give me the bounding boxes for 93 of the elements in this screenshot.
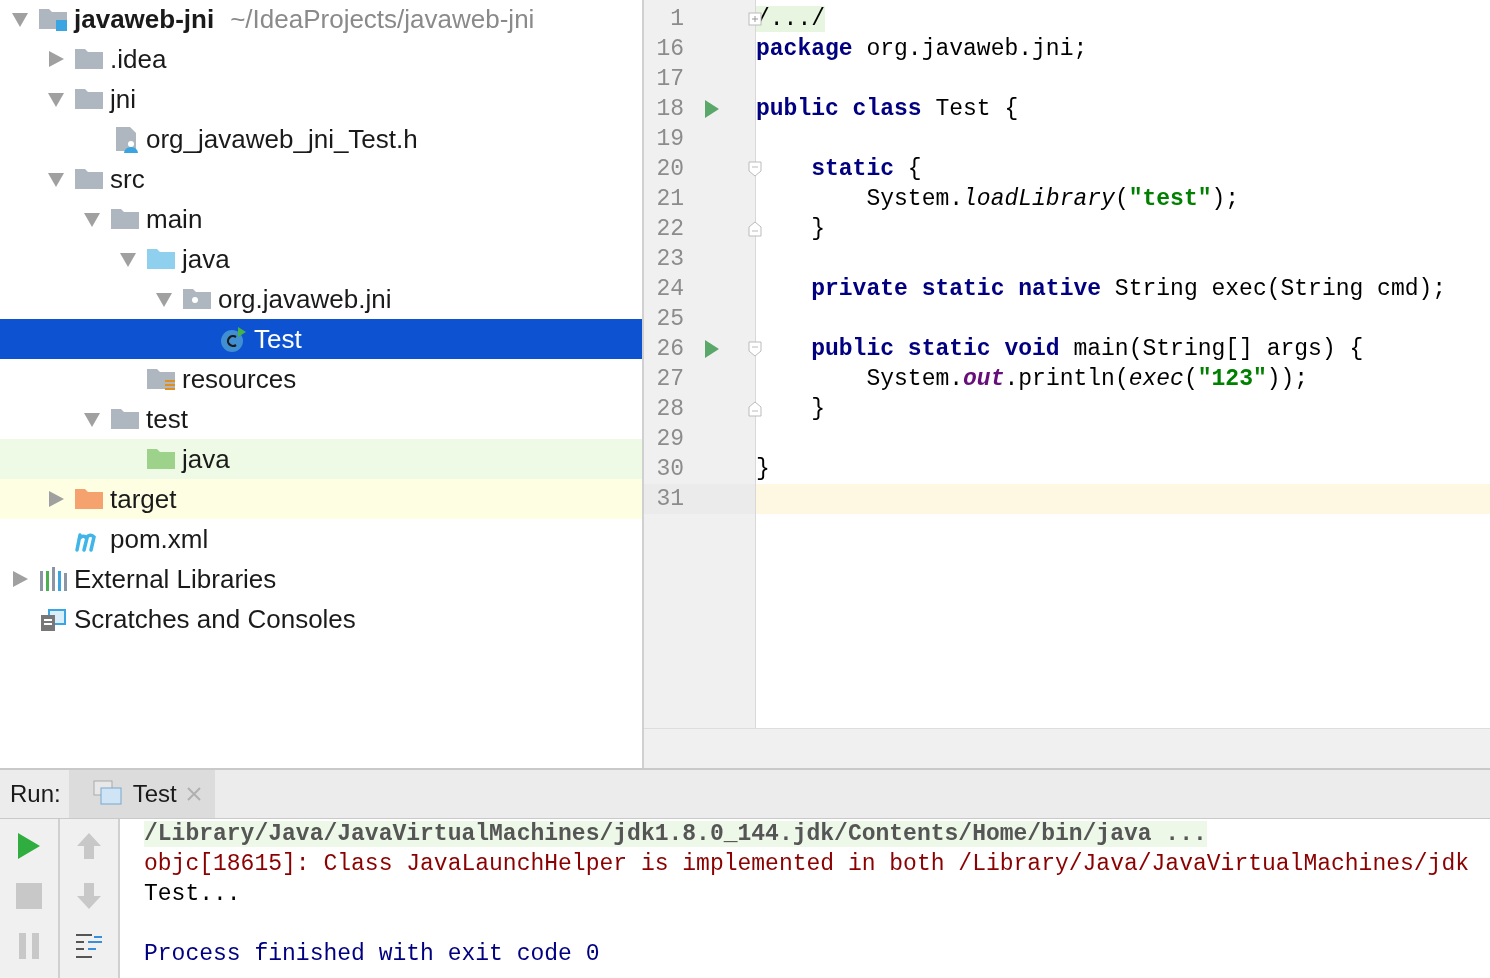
code-line: }	[756, 456, 770, 482]
line-number: 23	[655, 246, 684, 272]
line-number: 29	[655, 426, 684, 452]
soft-wrap-icon	[74, 932, 104, 960]
project-path: ~/IdeaProjects/javaweb-jni	[230, 3, 535, 35]
close-icon[interactable]	[186, 787, 201, 801]
tree-item-label: target	[110, 483, 177, 515]
run-tab-label: Test	[132, 780, 177, 808]
tree-item-label: Test	[254, 323, 302, 355]
tree-item[interactable]: javaweb-jni ~/IdeaProjects/javaweb-jni	[0, 0, 642, 39]
fold-icon[interactable]	[748, 161, 762, 177]
console-window-icon	[92, 780, 123, 808]
tree-item[interactable]: jni	[0, 79, 642, 119]
tree-item-label: .idea	[110, 43, 167, 75]
down-arrow-icon	[76, 882, 102, 910]
tree-item[interactable]: main	[0, 199, 642, 239]
libraries-icon	[38, 565, 68, 593]
fold-icon[interactable]	[748, 401, 762, 417]
console-line: Test...	[144, 881, 241, 907]
tree-item-label: test	[146, 403, 188, 435]
expanded-arrow-icon[interactable]	[83, 410, 101, 428]
tree-item-label: src	[110, 163, 145, 195]
line-number: 25	[655, 306, 684, 332]
code-line: System.out.println(exec("123"));	[865, 366, 1309, 392]
tree-item-label: Scratches and Consoles	[74, 603, 356, 635]
code-line: static {	[810, 156, 922, 182]
tree-item[interactable]: resources	[0, 359, 642, 399]
run-icon[interactable]	[704, 339, 720, 359]
tree-item[interactable]: java	[0, 439, 642, 479]
collapsed-arrow-icon[interactable]	[47, 490, 65, 508]
line-number: 30	[655, 456, 684, 482]
line-number: 31	[655, 486, 684, 512]
line-number: 16	[655, 36, 684, 62]
fold-icon[interactable]	[748, 221, 762, 237]
run-icon	[16, 832, 42, 860]
run-icon[interactable]	[704, 99, 720, 119]
tree-item-label: javaweb-jni	[74, 3, 215, 35]
line-number: 21	[655, 186, 684, 212]
expanded-arrow-icon[interactable]	[47, 170, 65, 188]
tree-item-label: resources	[182, 363, 297, 395]
tree-item[interactable]: External Libraries	[0, 559, 642, 599]
tree-item[interactable]: .idea	[0, 39, 642, 79]
line-number: 17	[655, 66, 684, 92]
class-icon	[218, 325, 248, 353]
line-number: 27	[655, 366, 684, 392]
tree-item[interactable]: java	[0, 239, 642, 279]
tree-item-label: main	[146, 203, 203, 235]
tree-item-label: pom.xml	[110, 523, 209, 555]
line-number: 22	[655, 216, 684, 242]
tree-item[interactable]: Test	[0, 319, 642, 359]
expanded-arrow-icon[interactable]	[11, 10, 29, 28]
tree-item-label: org.javaweb.jni	[218, 283, 392, 315]
tree-item[interactable]: pom.xml	[0, 519, 642, 559]
tree-item[interactable]: test	[0, 399, 642, 439]
expanded-arrow-icon[interactable]	[83, 210, 101, 228]
tree-item[interactable]: org_javaweb_jni_Test.h	[0, 119, 642, 159]
tree-item-label: java	[182, 243, 230, 275]
line-number: 28	[655, 396, 684, 422]
stop-icon	[16, 883, 42, 909]
code-line: private static native String exec(String cmd);	[810, 276, 1447, 302]
tree-item[interactable]: org.javaweb.jni	[0, 279, 642, 319]
expanded-arrow-icon[interactable]	[47, 90, 65, 108]
line-number: 19	[655, 126, 684, 152]
code-line: }	[810, 396, 825, 422]
up-arrow-icon	[76, 832, 102, 860]
line-number: 26	[655, 336, 684, 362]
collapsed-arrow-icon[interactable]	[47, 50, 65, 68]
fold-icon[interactable]	[748, 341, 762, 357]
tree-item-label: org_javaweb_jni_Test.h	[146, 123, 418, 155]
tree-item[interactable]: src	[0, 159, 642, 199]
code-line: System.loadLibrary("test");	[865, 186, 1240, 212]
collapsed-arrow-icon[interactable]	[11, 570, 29, 588]
code-line: public class Test {	[756, 96, 1019, 122]
console-line: objc[18615]: Class JavaLaunchHelper is implemented in both /Library/Java/JavaVirtualMachines/jdk	[144, 851, 1469, 877]
code-line: package org.javaweb.jni;	[756, 36, 1088, 62]
line-number: 18	[655, 96, 684, 122]
run-tab[interactable]: Test	[68, 770, 215, 818]
expanded-arrow-icon[interactable]	[119, 250, 137, 268]
console-line: Process finished with exit code 0	[144, 941, 600, 967]
expand-fold-icon[interactable]	[748, 12, 762, 26]
tree-item-label: jni	[110, 83, 136, 115]
tree-item-label: External Libraries	[74, 563, 277, 595]
tree-item-label: java	[182, 443, 230, 475]
tree-item[interactable]: target	[0, 479, 642, 519]
pause-icon	[17, 933, 41, 959]
line-number: 1	[669, 6, 684, 32]
line-number: 24	[655, 276, 684, 302]
code-line: }	[810, 216, 825, 242]
expanded-arrow-icon[interactable]	[155, 290, 173, 308]
code-line: public static void main(String[] args) {	[810, 336, 1364, 362]
line-number: 20	[655, 156, 684, 182]
run-label: Run:	[9, 780, 62, 808]
tree-item[interactable]: Scratches and Consoles	[0, 599, 642, 639]
